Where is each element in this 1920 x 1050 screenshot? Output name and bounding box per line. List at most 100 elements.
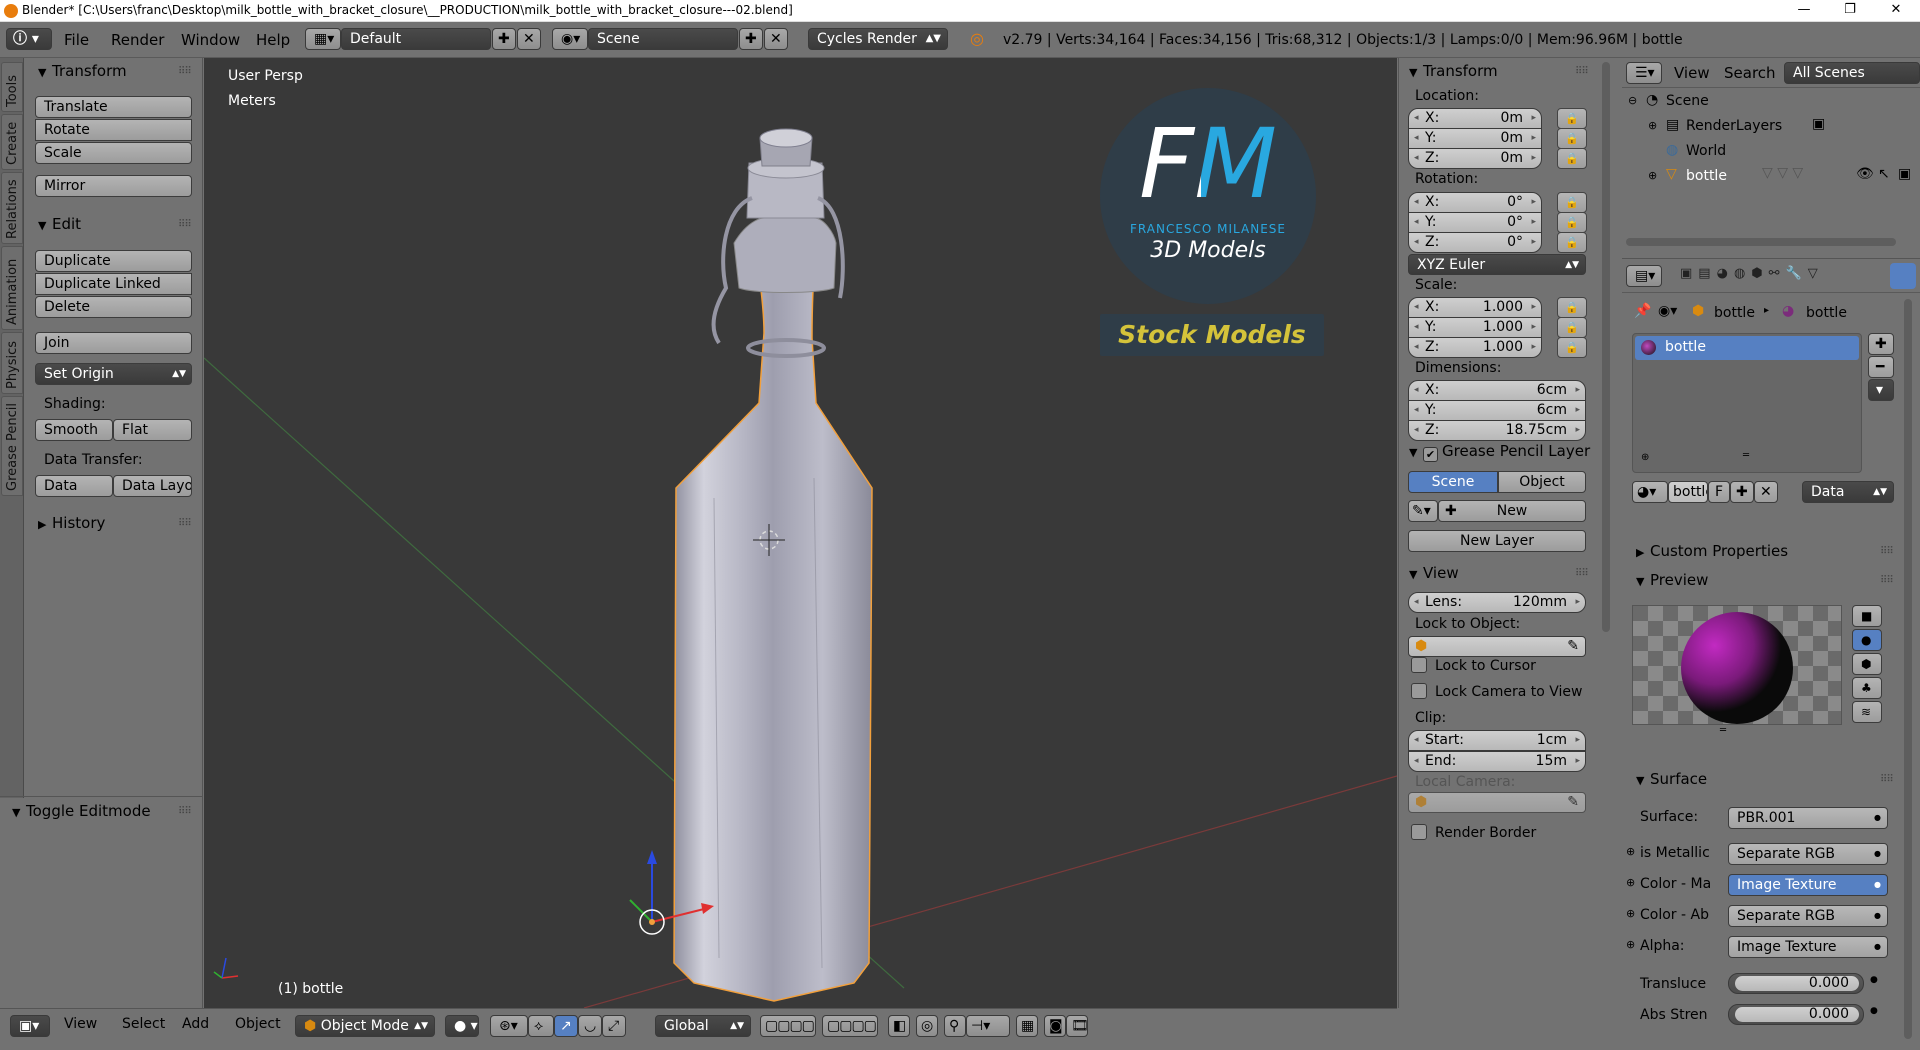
snap-target-icon[interactable]: ▦ [1016, 1015, 1038, 1037]
3d-viewport[interactable]: User Persp Meters (1) bottle FM FRANCESC… [204, 58, 1397, 1008]
tab-relations[interactable]: Relations [1, 172, 23, 244]
n-panel-scrollbar[interactable] [1602, 62, 1610, 632]
properties-editor-type-button[interactable]: ▤▾ [1626, 265, 1662, 287]
lock-to-cursor-checkbox[interactable] [1411, 657, 1427, 673]
minimize-button[interactable]: — [1781, 0, 1827, 22]
surface-panel-header[interactable]: ▼ Surface [1636, 770, 1707, 788]
new-material-button[interactable]: ✚ [1730, 481, 1754, 503]
preview-header[interactable]: ▼ Preview [1636, 571, 1708, 589]
preview-sphere-icon[interactable]: ● [1852, 629, 1882, 651]
menu-select[interactable]: Select [122, 1016, 165, 1032]
gp-datablock-button[interactable]: ✎▾ [1408, 500, 1438, 522]
layer-buttons-group-1[interactable]: ▢▢▢▢▢ [760, 1015, 816, 1037]
join-button[interactable]: Join [35, 332, 192, 354]
expand-socket-icon[interactable]: ⊕ [1626, 938, 1635, 951]
pin-icon[interactable]: 📌 [1634, 303, 1651, 319]
surface-input-link-select[interactable]: Image Texture ● [1728, 936, 1888, 958]
drag-grip-icon[interactable]: ⠿⠿ [178, 219, 192, 230]
location-y-field[interactable]: ◂ Y: 0m ▸ [1408, 128, 1542, 149]
material-link-select[interactable]: Data ▲▼ [1802, 481, 1894, 503]
abs-strength-slider[interactable]: 0.000 [1728, 1004, 1864, 1025]
add-material-slot-button[interactable]: ✚ [1868, 333, 1894, 355]
rotation-lock-icon[interactable]: 🔒 [1557, 192, 1587, 213]
editor-type-info-button[interactable]: ⓘ ▾ [6, 28, 52, 50]
scale-lock-icon[interactable]: 🔒 [1557, 297, 1587, 318]
dimension-y-field[interactable]: ◂ Y: 6cm ▸ [1408, 400, 1586, 421]
material-tab-icon[interactable] [1890, 263, 1916, 289]
scale-lock-icon[interactable]: 🔒 [1557, 337, 1587, 358]
outliner-scene-item[interactable]: Scene [1666, 93, 1709, 109]
local-camera-field[interactable]: ⬢ ✎ [1408, 792, 1586, 813]
gp-scene-toggle[interactable]: Scene [1408, 471, 1498, 493]
data-layout-transfer-button[interactable]: Data Layo [113, 475, 192, 497]
grease-pencil-layer-header[interactable]: ▼ ✔ Grease Pencil Layer [1409, 442, 1590, 462]
grease-pencil-enabled-checkbox[interactable]: ✔ [1423, 447, 1438, 462]
location-lock-icon[interactable]: 🔒 [1557, 148, 1587, 169]
socket-icon[interactable]: ● [1870, 975, 1878, 985]
gp-new-button[interactable]: ✚ New [1438, 500, 1586, 522]
outliner-editor-type-button[interactable]: ☰▾ [1626, 62, 1662, 84]
properties-scrollbar[interactable] [1904, 299, 1912, 1039]
material-slot-list[interactable]: bottle ⊕ ═ [1632, 333, 1862, 473]
n-transform-header[interactable]: ▼ Transform [1409, 62, 1498, 80]
operator-panel-header[interactable]: ▼ Toggle Editmode [12, 802, 151, 820]
translate-button[interactable]: Translate [35, 96, 192, 118]
shade-smooth-button[interactable]: Smooth [35, 419, 113, 441]
outliner-world-item[interactable]: World [1686, 143, 1726, 159]
viewport-shading-select[interactable]: ● ▾ [445, 1015, 479, 1037]
drag-grip-icon[interactable]: ⠿⠿ [1575, 66, 1589, 77]
gp-object-toggle[interactable]: Object [1498, 471, 1586, 493]
add-layout-button[interactable]: ✚ [492, 28, 516, 50]
pivot-point-select[interactable]: ⊛▾ [490, 1015, 528, 1037]
rotation-lock-icon[interactable]: 🔒 [1557, 212, 1587, 233]
scene-field[interactable]: Scene [588, 28, 738, 50]
drag-grip-icon[interactable]: ⠿⠿ [1880, 774, 1894, 785]
location-x-field[interactable]: ◂ X: 0m ▸ [1408, 108, 1542, 129]
shade-flat-button[interactable]: Flat [113, 419, 192, 441]
menu-help[interactable]: Help [256, 31, 290, 49]
tab-grease-pencil[interactable]: Grease Pencil [1, 396, 23, 496]
surface-input-link-select[interactable]: Separate RGB ● [1728, 905, 1888, 927]
mirror-button[interactable]: Mirror [35, 175, 192, 197]
location-z-field[interactable]: ◂ Z: 0m ▸ [1408, 148, 1542, 169]
bottle-mesh[interactable] [673, 229, 873, 1002]
menu-render[interactable]: Render [111, 31, 164, 49]
browse-material-button[interactable]: ◕▾ [1632, 481, 1668, 503]
transform-panel-header[interactable]: ▼ Transform [38, 62, 127, 80]
selectable-arrow-icon[interactable]: ↖ [1878, 166, 1890, 182]
interaction-mode-select[interactable]: ⬢ Object Mode ▲▼ [295, 1015, 435, 1037]
surface-shader-select[interactable]: PBR.001 ● [1728, 807, 1888, 829]
render-camera-icon[interactable]: ▣ [1898, 166, 1911, 182]
outliner-display-mode-select[interactable]: All Scenes [1784, 62, 1920, 84]
clip-end-field[interactable]: ◂ End: 15m ▸ [1408, 751, 1586, 772]
rotation-mode-select[interactable]: XYZ Euler ▲▼ [1408, 254, 1586, 275]
scale-y-field[interactable]: ◂ Y: 1.000 ▸ [1408, 317, 1542, 338]
lens-field[interactable]: ◂ Lens: 120mm ▸ [1408, 592, 1586, 613]
drag-grip-icon[interactable]: ⠿⠿ [1575, 568, 1589, 579]
tab-animation[interactable]: Animation [1, 246, 23, 330]
preview-cube-icon[interactable]: ⬢ [1852, 653, 1882, 675]
breadcrumb-object[interactable]: bottle [1714, 305, 1755, 321]
duplicate-linked-button[interactable]: Duplicate Linked [35, 273, 192, 295]
edit-panel-header[interactable]: ▼ Edit [38, 215, 81, 233]
visibility-eye-icon[interactable]: 👁 [1856, 166, 1874, 182]
lock-object-field[interactable]: ⬢ ✎ [1408, 636, 1586, 657]
expand-socket-icon[interactable]: ⊕ [1626, 845, 1635, 858]
preview-resize-icon[interactable]: ═ [1720, 725, 1726, 736]
add-scene-button[interactable]: ✚ [739, 28, 763, 50]
scale-manipulator-toggle[interactable]: ⤢ [602, 1015, 626, 1037]
scale-x-field[interactable]: ◂ X: 1.000 ▸ [1408, 297, 1542, 318]
rotation-x-field[interactable]: ◂ X: 0° ▸ [1408, 192, 1542, 213]
rotate-manipulator-toggle[interactable]: ◡ [578, 1015, 602, 1037]
list-grip-icon[interactable]: ⊕ [1641, 452, 1649, 463]
layer-buttons-group-2[interactable]: ▢▢▢▢▢ [822, 1015, 878, 1037]
properties-context-tabs[interactable]: ▣▤◕◍⬢⚯🔧▽ [1680, 266, 1824, 281]
breadcrumb-material[interactable]: bottle [1806, 305, 1847, 321]
transluce-slider[interactable]: 0.000 [1728, 973, 1864, 994]
preview-flat-icon[interactable]: ■ [1852, 605, 1882, 627]
manipulator-toggle[interactable]: ⟡ [528, 1015, 554, 1037]
drag-grip-icon[interactable]: ⠿⠿ [178, 518, 192, 529]
delete-layout-button[interactable]: ✕ [517, 28, 541, 50]
rotation-z-field[interactable]: ◂ Z: 0° ▸ [1408, 232, 1542, 253]
history-panel-header[interactable]: ▶ History [38, 514, 105, 532]
